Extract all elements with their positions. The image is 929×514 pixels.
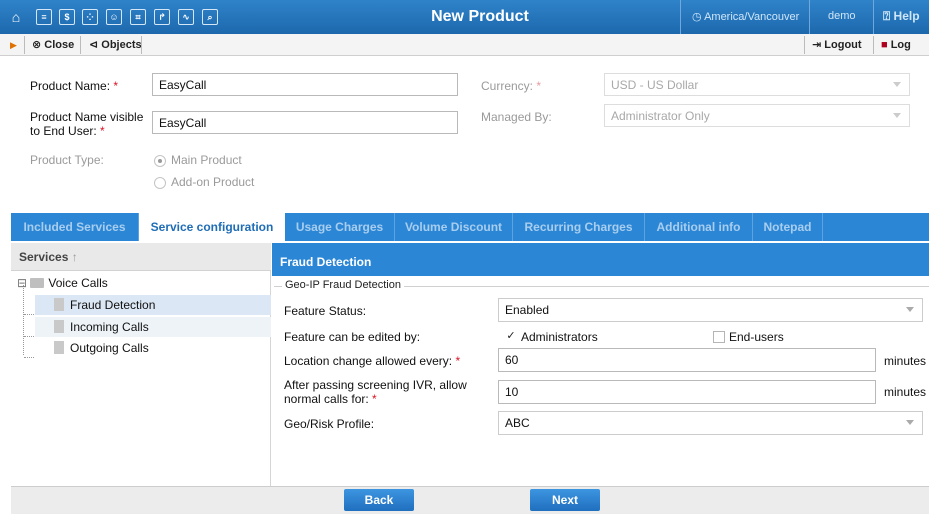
document-icon [54, 341, 64, 354]
grid-icon[interactable]: ⁘ [82, 9, 98, 25]
help-icon: ⍰ [883, 9, 894, 23]
objects-button[interactable]: ⊲ Objects [89, 34, 142, 56]
tab-recurring-charges[interactable]: Recurring Charges [513, 213, 645, 241]
georisk-select[interactable]: ABC [498, 411, 923, 435]
administrators-checkbox[interactable]: ✓ [505, 331, 517, 343]
main-product-label: Main Product [171, 153, 242, 167]
top-bar: ⌂ ≡ $ ⁘ ☺ ⌗ ↱ ∿ ⌕ New Product ◷ America/… [0, 0, 929, 34]
tree-line [23, 285, 24, 355]
georisk-label: Geo/Risk Profile: [284, 417, 375, 431]
document-icon [54, 320, 64, 333]
services-header[interactable]: Services ↑ [11, 243, 271, 271]
addon-product-label: Add-on Product [171, 175, 255, 189]
clock-icon: ◷ [692, 11, 705, 23]
next-button[interactable]: Next [530, 489, 600, 511]
tab-bar: Included Services Service configuration … [11, 213, 929, 241]
log-button[interactable]: ■ Log [881, 34, 911, 56]
main-product-radio[interactable] [154, 155, 166, 167]
addon-product-radio[interactable] [154, 177, 166, 189]
currency-select[interactable]: USD - US Dollar [604, 73, 910, 96]
network-icon[interactable]: ⌗ [130, 9, 146, 25]
tree-node-outgoing-calls[interactable]: Outgoing Calls [35, 338, 271, 358]
tree-node-voice-calls[interactable]: ⊟ Voice Calls [17, 273, 267, 293]
divider [141, 36, 142, 54]
toolbar: ▶ ⊗ Close ⊲ Objects ⇥ Logout ■ Log [0, 34, 929, 56]
chevron-down-icon [906, 420, 914, 425]
editable-by-label: Feature can be edited by: [284, 330, 421, 344]
tab-volume-discount[interactable]: Volume Discount [395, 213, 513, 241]
collapse-icon: ⊟ [17, 276, 28, 290]
person-icon[interactable]: ☺ [106, 9, 122, 25]
tab-service-configuration[interactable]: Service configuration [139, 213, 285, 241]
home-icon[interactable]: ⌂ [8, 9, 24, 25]
chevron-down-icon [906, 307, 914, 312]
managed-by-label: Managed By: [481, 110, 552, 124]
chevron-down-icon [893, 113, 901, 118]
footer-bar [11, 486, 929, 514]
chevron-down-icon [893, 82, 901, 87]
services-tree: ⊟ Voice Calls Fraud Detection Incoming C… [11, 271, 271, 486]
administrators-label: Administrators [521, 330, 598, 344]
ivr-label: After passing screening IVR, allow normal… [284, 378, 467, 406]
document-icon [54, 298, 64, 311]
feature-status-label: Feature Status: [284, 304, 367, 318]
log-icon: ■ [881, 39, 891, 51]
objects-icon: ⊲ [89, 39, 102, 51]
dollar-icon[interactable]: $ [59, 9, 75, 25]
managed-by-select[interactable]: Administrator Only [604, 104, 910, 127]
product-type-label: Product Type: [30, 153, 104, 167]
back-button[interactable]: Back [344, 489, 414, 511]
tree-line [24, 336, 34, 337]
divider [680, 0, 681, 34]
tree-node-fraud-detection[interactable]: Fraud Detection [35, 295, 271, 315]
geo-ip-legend: Geo-IP Fraud Detection [282, 279, 404, 291]
feature-status-value: Enabled [505, 303, 550, 317]
end-users-checkbox[interactable] [713, 331, 725, 343]
product-name-input[interactable]: EasyCall [152, 73, 458, 96]
georisk-value: ABC [505, 416, 530, 430]
divider [873, 36, 874, 54]
divider [809, 0, 810, 34]
divider [24, 36, 25, 54]
product-name-visible-label: Product Name visible to End User: * [30, 110, 144, 138]
tree-node-incoming-calls[interactable]: Incoming Calls [35, 317, 271, 337]
close-button[interactable]: ⊗ Close [32, 34, 74, 56]
location-change-unit: minutes [884, 354, 927, 368]
transfer-icon[interactable]: ↱ [154, 9, 170, 25]
tab-additional-info[interactable]: Additional info [645, 213, 753, 241]
tree-line [24, 357, 34, 358]
end-users-label: End-users [729, 330, 784, 344]
page-title: New Product [431, 8, 529, 25]
timezone-link[interactable]: ◷ America/Vancouver [692, 10, 799, 23]
tab-notepad[interactable]: Notepad [753, 213, 823, 241]
fraud-detection-header: Fraud Detection [272, 243, 929, 276]
tab-usage-charges[interactable]: Usage Charges [285, 213, 395, 241]
logout-button[interactable]: ⇥ Logout [812, 34, 862, 56]
sort-arrow-icon: ↑ [71, 250, 78, 264]
tab-included-services[interactable]: Included Services [11, 213, 139, 241]
feature-status-select[interactable]: Enabled [498, 298, 923, 322]
play-icon: ▶ [10, 40, 17, 50]
currency-value: USD - US Dollar [611, 78, 699, 92]
chart-icon[interactable]: ∿ [178, 9, 194, 25]
close-icon: ⊗ [32, 39, 45, 51]
user-link[interactable]: demo [828, 10, 856, 22]
tree-line [24, 314, 34, 315]
product-name-visible-input[interactable]: EasyCall [152, 111, 458, 134]
location-change-input[interactable]: 60 [498, 348, 876, 372]
divider [873, 0, 874, 34]
ivr-unit: minutes [884, 385, 927, 399]
folder-icon [30, 278, 45, 288]
help-link[interactable]: ⍰ Help [883, 9, 920, 24]
search-icon[interactable]: ⌕ [202, 9, 218, 25]
product-name-label: Product Name: * [30, 79, 119, 93]
list-icon[interactable]: ≡ [36, 9, 52, 25]
managed-by-value: Administrator Only [611, 109, 710, 123]
currency-label: Currency: * [481, 79, 542, 93]
logout-icon: ⇥ [812, 39, 825, 51]
divider [80, 36, 81, 54]
divider [804, 36, 805, 54]
location-change-label: Location change allowed every: * [284, 354, 461, 368]
ivr-input[interactable]: 10 [498, 380, 876, 404]
